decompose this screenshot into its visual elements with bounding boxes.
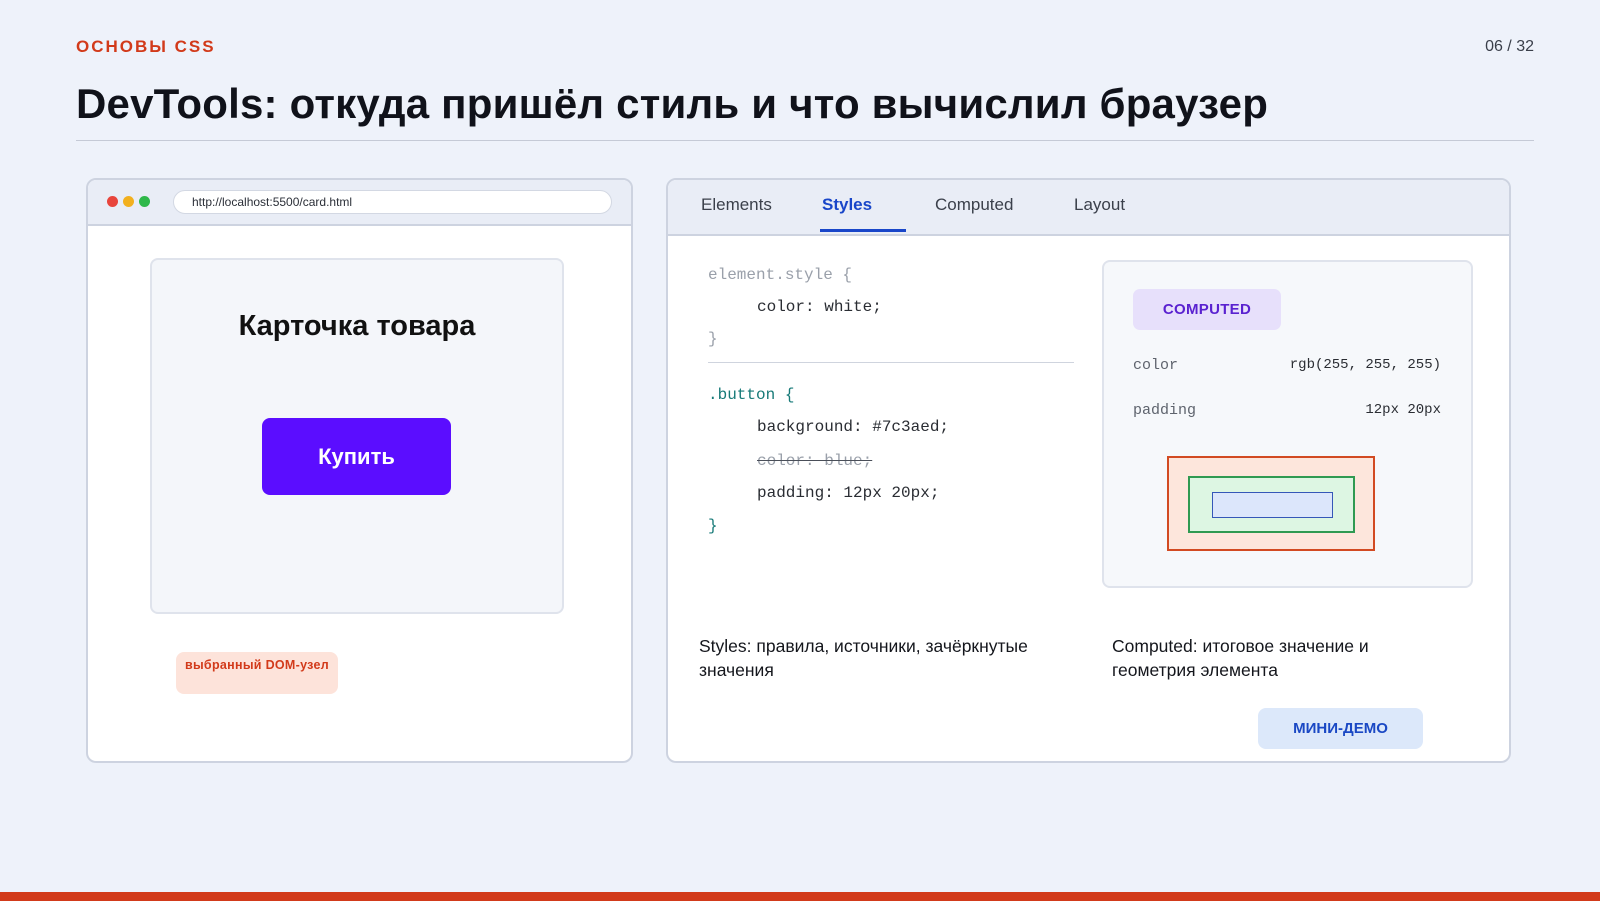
box-model-border [1188, 476, 1355, 533]
button-background-declaration[interactable]: background: #7c3aed; [757, 418, 949, 436]
button-rule-close: } [708, 517, 718, 535]
browser-toolbar: http://localhost:5500/card.html [88, 180, 631, 226]
page-number: 06 / 32 [1485, 38, 1534, 55]
tab-styles[interactable]: Styles [822, 195, 872, 215]
minimize-window-dot-icon[interactable] [123, 196, 134, 207]
devtools-tabs: Elements Styles Computed Layout [668, 180, 1509, 236]
computed-property-name: color [1133, 357, 1179, 374]
tab-elements[interactable]: Elements [701, 195, 772, 215]
tab-computed[interactable]: Computed [935, 195, 1013, 215]
box-model-margin [1167, 456, 1375, 551]
element-style-declaration[interactable]: color: white; [757, 298, 882, 316]
slide-title: DevTools: откуда пришёл стиль и что вычи… [76, 80, 1269, 127]
tab-layout[interactable]: Layout [1074, 195, 1125, 215]
computed-property-value: 12px 20px [1365, 402, 1441, 418]
devtools-panel: Elements Styles Computed Layout element.… [666, 178, 1511, 763]
element-style-close: } [708, 330, 718, 348]
bottom-accent-bar [0, 892, 1600, 901]
button-rule-selector: .button { [708, 386, 795, 404]
computed-property-name: padding [1133, 402, 1197, 419]
box-model-content [1212, 492, 1333, 518]
mini-demo-button[interactable]: МИНИ-ДЕМО [1258, 708, 1423, 749]
browser-window: http://localhost:5500/card.html Карточка… [86, 178, 633, 763]
maximize-window-dot-icon[interactable] [139, 196, 150, 207]
rule-divider [708, 362, 1074, 363]
element-style-selector: element.style { [708, 266, 853, 284]
address-bar[interactable]: http://localhost:5500/card.html [173, 190, 612, 214]
product-card: Карточка товара Купить [150, 258, 564, 614]
close-window-dot-icon[interactable] [107, 196, 118, 207]
overridden-color-declaration[interactable]: color: blue; [757, 452, 872, 470]
section-kicker: ОСНОВЫ CSS [76, 37, 216, 56]
computed-property-value: rgb(255, 255, 255) [1289, 357, 1441, 373]
computed-badge: COMPUTED [1133, 289, 1281, 330]
active-tab-indicator [820, 229, 906, 232]
button-padding-declaration[interactable]: padding: 12px 20px; [757, 484, 939, 502]
computed-pane: COMPUTED color rgb(255, 255, 255) paddin… [1102, 260, 1473, 588]
computed-caption: Computed: итоговое значение и геометрия … [1112, 636, 1369, 680]
selected-dom-node-badge: выбранный DOM-узел [176, 652, 338, 694]
buy-button[interactable]: Купить [262, 418, 451, 495]
card-title: Карточка товара [238, 310, 476, 342]
title-divider [76, 140, 1534, 141]
styles-caption: Styles: правила, источники, зачёркнутые … [699, 636, 1028, 680]
